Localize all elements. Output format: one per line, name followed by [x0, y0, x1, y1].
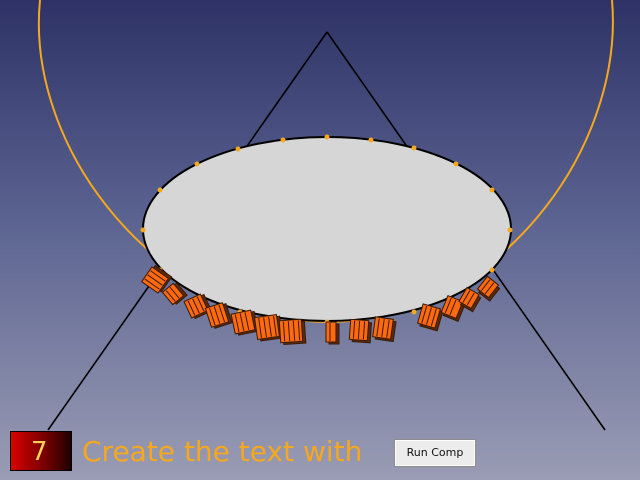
- step-number-badge: 7: [10, 431, 72, 471]
- control-point[interactable]: [453, 161, 459, 167]
- text-block[interactable]: [254, 314, 284, 342]
- control-point[interactable]: [368, 137, 374, 143]
- control-point[interactable]: [489, 187, 495, 193]
- control-point[interactable]: [140, 227, 146, 233]
- text-block[interactable]: [325, 321, 340, 345]
- control-point[interactable]: [235, 146, 241, 152]
- step-number: 7: [31, 437, 48, 467]
- text-block[interactable]: [230, 309, 259, 336]
- 3d-viewport[interactable]: [0, 0, 640, 480]
- control-point[interactable]: [411, 309, 417, 315]
- control-point[interactable]: [280, 137, 286, 143]
- instruction-text: Create the text with: [82, 435, 363, 468]
- control-point[interactable]: [411, 145, 417, 151]
- text-block[interactable]: [278, 318, 307, 346]
- control-point[interactable]: [489, 267, 495, 273]
- control-point[interactable]: [507, 227, 513, 233]
- run-comp-button[interactable]: Run Comp: [394, 439, 476, 467]
- control-point[interactable]: [194, 161, 200, 167]
- control-point[interactable]: [157, 187, 163, 193]
- control-point[interactable]: [324, 134, 330, 140]
- text-block[interactable]: [372, 316, 397, 343]
- text-block[interactable]: [348, 318, 373, 344]
